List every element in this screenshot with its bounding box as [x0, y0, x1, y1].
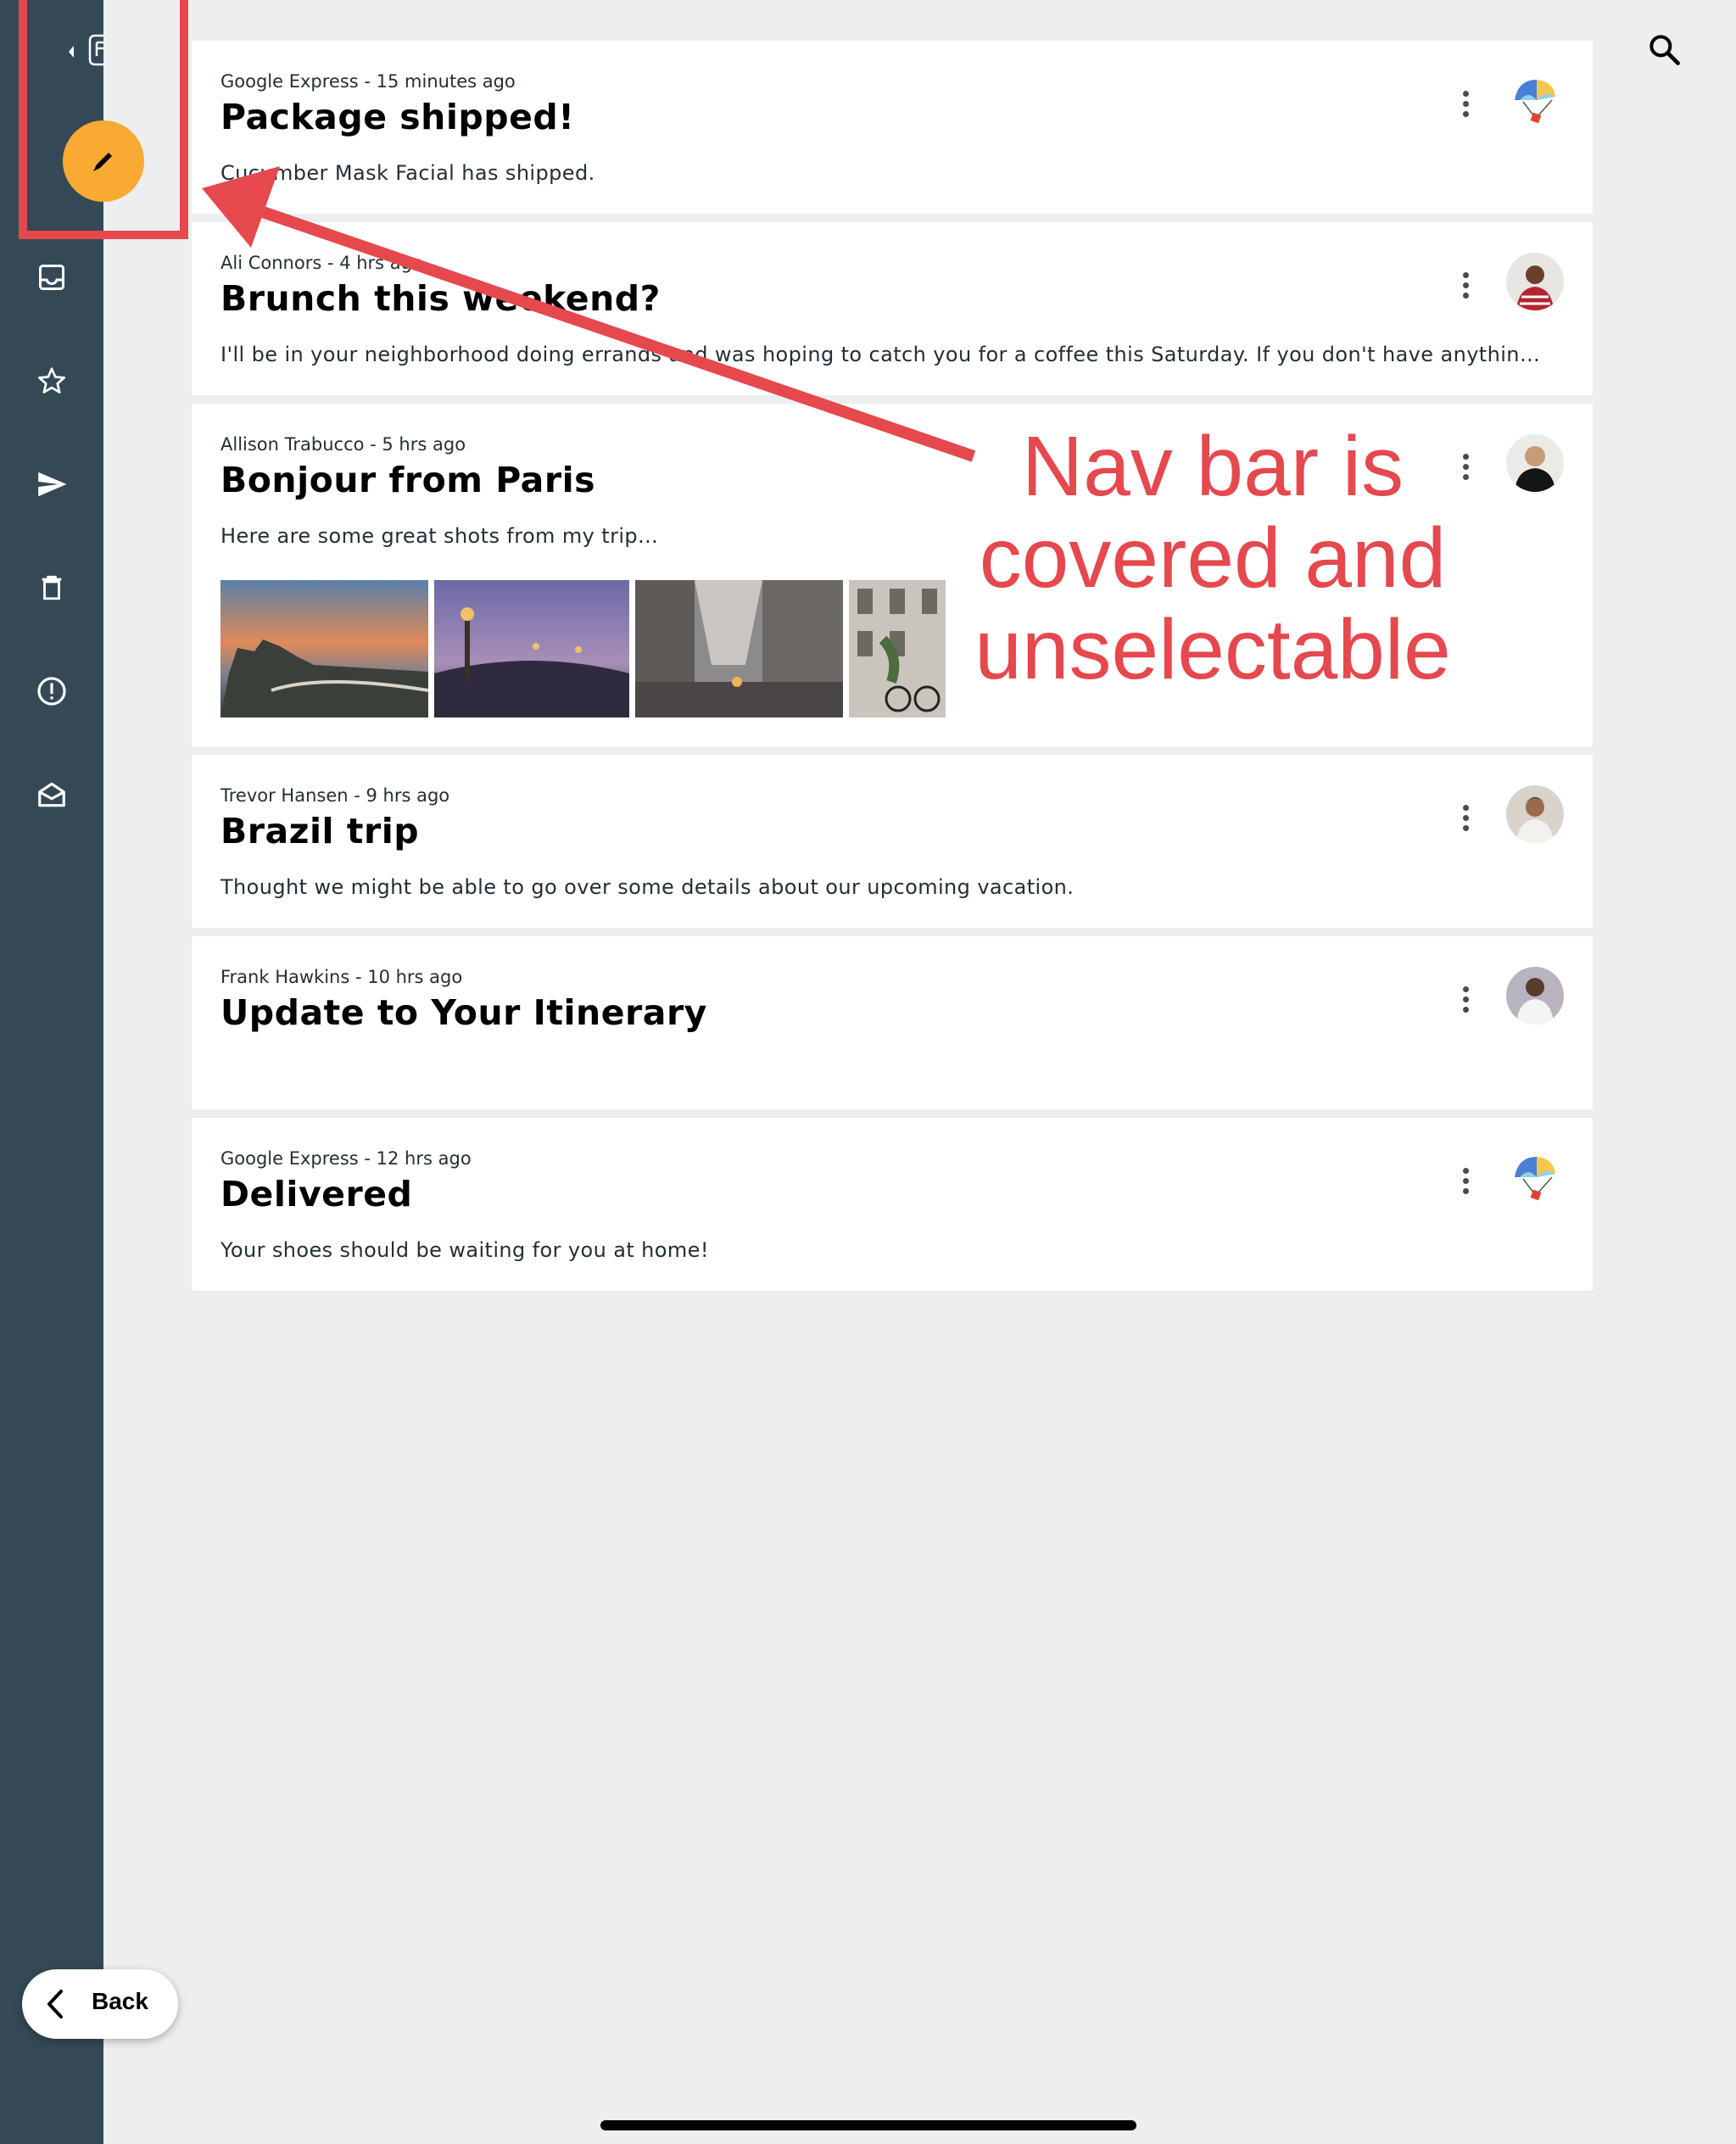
rail-item-spam[interactable]: [31, 670, 73, 712]
more-options-icon[interactable]: [1449, 977, 1482, 1021]
email-card[interactable]: Ali Connors - 4 hrs ago Brunch this week…: [192, 222, 1593, 395]
back-button[interactable]: Back: [22, 1969, 178, 2039]
more-options-icon[interactable]: [1449, 263, 1482, 307]
attachment-image[interactable]: [849, 580, 946, 717]
rail-item-sent[interactable]: [31, 463, 73, 505]
email-preview: Cucumber Mask Facial has shipped.: [220, 161, 595, 185]
person-avatar: [1506, 434, 1564, 492]
drafts-icon: [38, 782, 65, 807]
attachment-image[interactable]: [434, 580, 629, 717]
annotation-text: Nav bar is covered and unselectable: [974, 419, 1451, 697]
more-options-icon[interactable]: [1449, 81, 1482, 126]
email-card[interactable]: Google Express - 15 minutes ago Package …: [192, 41, 1593, 214]
email-meta: Google Express - 12 hrs ago: [220, 1148, 472, 1169]
email-meta: Google Express - 15 minutes ago: [220, 71, 516, 92]
person-avatar: [1506, 253, 1564, 310]
home-indicator[interactable]: [600, 2120, 1136, 2130]
email-meta: Trevor Hansen - 9 hrs ago: [220, 785, 450, 806]
annotation-highlight-box: [19, 0, 188, 239]
attachment-image[interactable]: [220, 580, 428, 717]
email-subject: Delivered: [220, 1174, 413, 1214]
email-meta: Allison Trabucco - 5 hrs ago: [220, 434, 466, 455]
email-card[interactable]: Frank Hawkins - 10 hrs ago Update to You…: [192, 936, 1593, 1109]
chevron-left-icon: [47, 1990, 63, 2018]
rail-item-drafts[interactable]: [31, 773, 73, 816]
email-preview: I'll be in your neighborhood doing erran…: [220, 343, 1543, 366]
rail-item-inbox[interactable]: [31, 256, 73, 299]
back-label: Back: [92, 1988, 148, 2014]
rail-item-starred[interactable]: [31, 360, 73, 402]
email-subject: Package shipped!: [220, 97, 575, 137]
email-subject: Brunch this weekend?: [220, 278, 661, 319]
email-preview: Your shoes should be waiting for you at …: [220, 1238, 709, 1262]
more-options-icon[interactable]: [1449, 1159, 1482, 1203]
email-meta: Ali Connors - 4 hrs ago: [220, 253, 423, 273]
more-options-icon[interactable]: [1449, 796, 1482, 840]
email-preview: Thought we might be able to go over some…: [220, 875, 1075, 899]
google-express-avatar: [1506, 1148, 1564, 1206]
person-avatar: [1506, 967, 1564, 1025]
email-card[interactable]: Google Express - 12 hrs ago Delivered Yo…: [192, 1118, 1593, 1291]
email-subject: Bonjour from Paris: [220, 460, 596, 500]
star-icon: [37, 367, 66, 394]
send-icon: [38, 472, 67, 497]
trash-icon: [42, 575, 62, 600]
email-subject: Update to Your Itinerary: [220, 992, 707, 1033]
search-icon[interactable]: [1645, 31, 1683, 68]
attachment-gallery: [220, 580, 946, 717]
alert-icon: [37, 677, 66, 706]
attachment-image[interactable]: [635, 580, 843, 717]
inbox-icon: [39, 265, 64, 290]
email-meta: Frank Hawkins - 10 hrs ago: [220, 967, 463, 987]
google-express-avatar: [1506, 71, 1564, 129]
email-subject: Brazil trip: [220, 811, 420, 851]
navigation-rail: [0, 0, 144, 2144]
rail-item-trash[interactable]: [31, 567, 73, 609]
email-card[interactable]: Trevor Hansen - 9 hrs ago Brazil trip Th…: [192, 755, 1593, 928]
person-avatar: [1506, 785, 1564, 843]
